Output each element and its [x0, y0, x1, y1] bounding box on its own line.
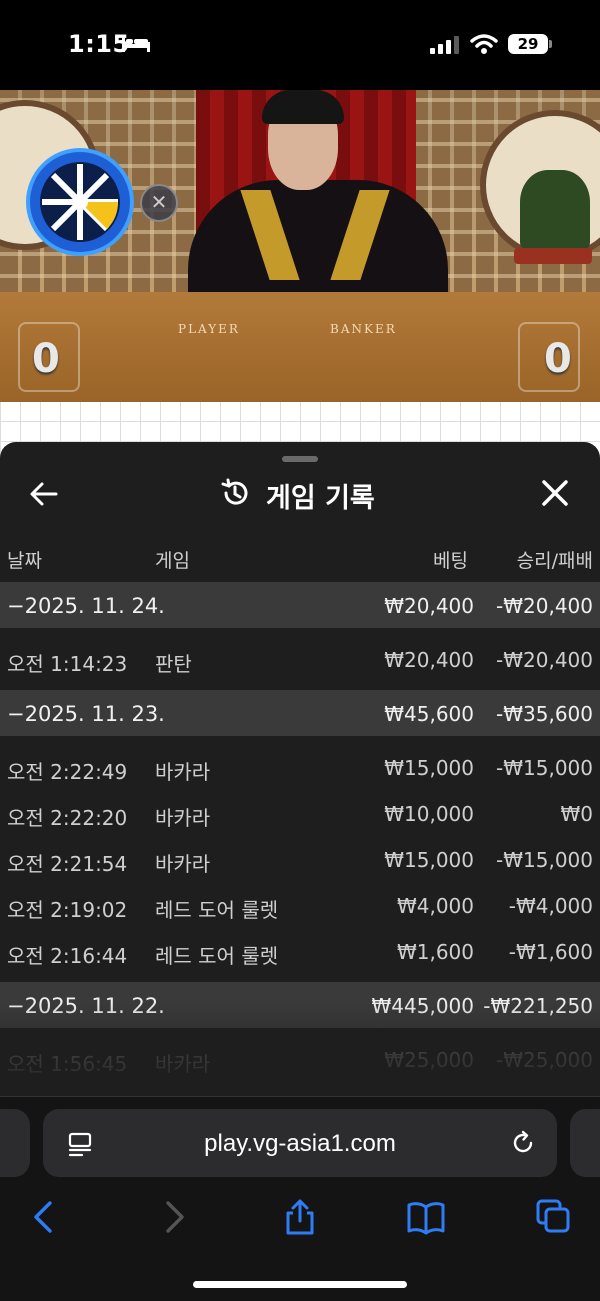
row-time: 오전 1:56:45: [7, 1052, 128, 1076]
row-time: 오전 2:22:49: [7, 760, 128, 784]
row-win-loss: -₩4,000: [508, 894, 593, 918]
player-score: 0: [32, 336, 60, 382]
sheet-title: 게임 기록: [266, 483, 375, 514]
row-win-loss: -₩20,400: [496, 648, 593, 672]
group-win-loss-total: -₩20,400: [496, 594, 593, 618]
history-row[interactable]: 오전 2:22:20 바카라 ₩10,000 ₩0: [0, 790, 600, 836]
drag-handle[interactable]: [282, 456, 318, 462]
bed-icon: [122, 36, 150, 52]
forward-icon[interactable]: [154, 1197, 194, 1237]
row-win-loss: -₩1,600: [508, 940, 593, 964]
back-arrow-icon[interactable]: [28, 478, 60, 510]
group-date: −2025. 11. 24.: [7, 594, 165, 618]
banker-score: 0: [544, 336, 572, 382]
row-win-loss: -₩25,000: [496, 1048, 593, 1072]
row-game: 레드 도어 룰렛: [155, 944, 279, 968]
bonsai-pot: [514, 248, 592, 264]
row-bet: ₩1,600: [396, 940, 474, 964]
date-group-row[interactable]: −2025. 11. 23. ₩45,600 -₩35,600: [0, 690, 600, 736]
row-bet: ₩4,000: [396, 894, 474, 918]
group-date: −2025. 11. 22.: [7, 994, 165, 1018]
column-header-date: 날짜: [7, 550, 42, 572]
row-time: 오전 2:22:20: [7, 806, 128, 830]
next-tab-pill[interactable]: [570, 1109, 600, 1177]
row-win-loss: -₩15,000: [496, 756, 593, 780]
row-bet: ₩25,000: [384, 1048, 474, 1072]
browser-toolbar: play.vg-asia1.com: [0, 1096, 600, 1301]
group-win-loss-total: -₩221,250: [483, 994, 593, 1018]
bonsai-decor: [520, 170, 590, 250]
bonus-wheel-icon[interactable]: [26, 148, 134, 256]
url-text[interactable]: play.vg-asia1.com: [43, 1130, 557, 1158]
row-bet: ₩10,000: [384, 802, 474, 826]
row-game: 바카라: [155, 852, 211, 876]
close-icon[interactable]: [540, 478, 570, 508]
history-row[interactable]: 오전 2:19:02 레드 도어 룰렛 ₩4,000 -₩4,000: [0, 882, 600, 928]
game-history-sheet: 게임 기록 날짜 게임 베팅 승리/패배 −2025. 11. 24. ₩20,…: [0, 442, 600, 1102]
row-time: 오전 2:16:44: [7, 944, 128, 968]
history-row[interactable]: 오전 2:16:44 레드 도어 룰렛 ₩1,600 -₩1,600: [0, 928, 600, 974]
wifi-icon: [470, 34, 498, 54]
share-icon[interactable]: [280, 1197, 320, 1237]
row-game: 바카라: [155, 1052, 211, 1076]
home-indicator[interactable]: [193, 1281, 407, 1288]
row-game: 판탄: [155, 652, 192, 676]
row-time: 오전 2:19:02: [7, 898, 128, 922]
status-bar: 1:15 29: [0, 0, 600, 90]
row-win-loss: ₩0: [560, 802, 594, 826]
dealer-hair: [262, 90, 344, 124]
history-row[interactable]: 오전 2:21:54 바카라 ₩15,000 -₩15,000: [0, 836, 600, 882]
row-bet: ₩20,400: [384, 648, 474, 672]
group-bet-total: ₩20,400: [384, 594, 474, 618]
history-row[interactable]: 오전 1:56:45 바카라 ₩25,000 -₩25,000: [0, 1036, 600, 1082]
close-wheel-icon[interactable]: ✕: [140, 184, 178, 222]
baccarat-table: [0, 292, 600, 402]
row-win-loss: -₩15,000: [496, 848, 593, 872]
history-icon: [221, 478, 248, 505]
column-header-bet: 베팅: [433, 550, 468, 572]
banker-label: BANKER: [330, 322, 397, 336]
battery-indicator: 29: [508, 34, 552, 54]
row-game: 바카라: [155, 760, 211, 784]
row-time: 오전 2:21:54: [7, 852, 128, 876]
history-list: −2025. 11. 24. ₩20,400 -₩20,400 오전 1:14:…: [0, 582, 600, 1082]
history-row[interactable]: 오전 1:14:23 판탄 ₩20,400 -₩20,400: [0, 636, 600, 682]
row-time: 오전 1:14:23: [7, 652, 128, 676]
group-bet-total: ₩445,000: [371, 994, 474, 1018]
date-group-row[interactable]: −2025. 11. 22. ₩445,000 -₩221,250: [0, 982, 600, 1028]
previous-tab-pill[interactable]: [0, 1109, 30, 1177]
cellular-signal-icon: [430, 36, 459, 54]
history-row[interactable]: 오전 2:22:49 바카라 ₩15,000 -₩15,000: [0, 744, 600, 790]
group-date: −2025. 11. 23.: [7, 702, 165, 726]
row-bet: ₩15,000: [384, 756, 474, 780]
player-label: PLAYER: [178, 322, 240, 336]
column-header-game: 게임: [155, 550, 190, 572]
row-game: 바카라: [155, 806, 211, 830]
bookmarks-icon[interactable]: [406, 1197, 446, 1237]
date-group-row[interactable]: −2025. 11. 24. ₩20,400 -₩20,400: [0, 582, 600, 628]
group-bet-total: ₩45,600: [384, 702, 474, 726]
back-icon[interactable]: [24, 1197, 64, 1237]
row-bet: ₩15,000: [384, 848, 474, 872]
live-dealer-video: PLAYER BANKER 0 0 ✕: [0, 90, 600, 402]
tabs-icon[interactable]: [534, 1197, 574, 1237]
address-bar[interactable]: play.vg-asia1.com: [43, 1109, 557, 1177]
column-header-win-loss: 승리/패배: [516, 550, 593, 572]
row-game: 레드 도어 룰렛: [155, 898, 279, 922]
reload-icon[interactable]: [509, 1129, 537, 1157]
group-win-loss-total: -₩35,600: [496, 702, 593, 726]
status-time: 1:15: [68, 30, 130, 58]
